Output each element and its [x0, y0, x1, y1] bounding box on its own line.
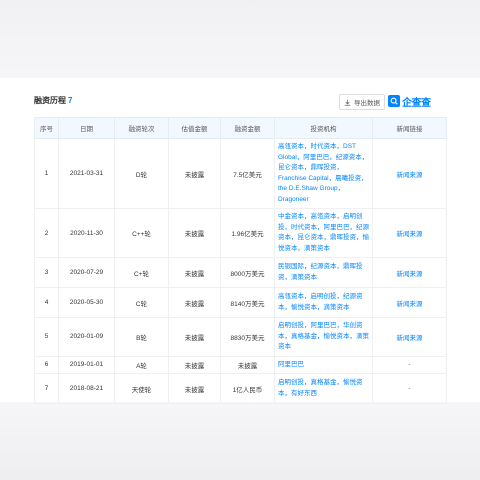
row-valuation: 未披露 — [168, 257, 221, 288]
row-date: 2020-11-30 — [58, 208, 115, 258]
row-amount: 7.5亿美元 — [220, 138, 275, 209]
row-index: 1 — [34, 138, 59, 209]
table-row: 3 2020-07-29 C+轮 未披露 8000万美元 民银国际，纪源资本，鼎… — [34, 257, 447, 288]
row-valuation: 未披露 — [168, 317, 221, 357]
brand-name: 企查查 — [402, 97, 431, 109]
row-date: 2019-01-01 — [58, 355, 115, 374]
row-investors[interactable]: 中金资本，高瓴资本，启明创投，时代资本，阿里巴巴，纪源资本，昆仑资本，鼎晖投资，… — [274, 208, 373, 258]
column-header-round: 融资轮次 — [114, 117, 169, 139]
row-investors[interactable]: 高瓴资本，启明创投，纪源资本，愉悦资本，滴策资本 — [274, 287, 373, 318]
row-index: 3 — [34, 257, 59, 288]
row-amount: 未披露 — [220, 355, 275, 374]
blurred-background-top — [0, 0, 480, 78]
row-investors[interactable]: 高瓴资本，时代资本，DST Global，阿里巴巴，纪源资本，昆仑资本，鼎晖投资… — [274, 138, 373, 209]
row-news-link: - — [372, 355, 447, 374]
row-valuation: 未披露 — [168, 373, 221, 404]
row-amount: 8830万美元 — [220, 317, 275, 357]
table-row: 2 2020-11-30 C++轮 未披露 1.96亿美元 中金资本，高瓴资本，… — [34, 208, 447, 258]
row-investors[interactable]: 启明创投，阿里巴巴，华创资本，真格基金，愉悦资本，滴策资本 — [274, 317, 373, 357]
row-news-link[interactable]: 新闻来源 — [372, 257, 447, 288]
export-data-label: 导出数据 — [354, 100, 380, 107]
record-count: 7 — [68, 96, 73, 105]
row-index: 4 — [34, 287, 59, 318]
row-date: 2020-01-09 — [58, 317, 115, 357]
financing-history-card: 融资历程 7 导出数据 企查查 序号 日期 融资轮次 估值金额 融资金额 投资机… — [20, 84, 460, 404]
brand-watermark: 企查查 — [388, 93, 431, 109]
table-header-row: 序号 日期 融资轮次 估值金额 融资金额 投资机构 新闻链接 — [34, 117, 447, 139]
row-amount: 1.96亿美元 — [220, 208, 275, 258]
row-valuation: 未披露 — [168, 355, 221, 374]
row-news-link[interactable]: 新闻来源 — [372, 317, 447, 357]
row-index: 6 — [34, 355, 59, 374]
row-news-link[interactable]: 新闻来源 — [372, 287, 447, 318]
section-title-text: 融资历程 — [34, 96, 66, 105]
row-date: 2020-07-29 — [58, 257, 115, 288]
table-row: 5 2020-01-09 B轮 未披露 8830万美元 启明创投，阿里巴巴，华创… — [34, 317, 447, 357]
row-round: 天使轮 — [114, 373, 169, 404]
row-amount: 1亿人民币 — [220, 373, 275, 404]
download-icon — [344, 99, 351, 106]
row-date: 2020-05-30 — [58, 287, 115, 318]
table-row: 4 2020-05-30 C轮 未披露 8140万美元 高瓴资本，启明创投，纪源… — [34, 287, 447, 318]
row-index: 2 — [34, 208, 59, 258]
column-header-amount: 融资金额 — [220, 117, 275, 139]
column-header-index: 序号 — [34, 117, 59, 139]
row-index: 5 — [34, 317, 59, 357]
row-index: 7 — [34, 373, 59, 404]
column-header-valuation: 估值金额 — [168, 117, 221, 139]
row-amount: 8000万美元 — [220, 257, 275, 288]
row-round: C轮 — [114, 287, 169, 318]
row-news-link: - — [372, 373, 447, 404]
row-date: 2021-03-31 — [58, 138, 115, 209]
table-row: 1 2021-03-31 D轮 未披露 7.5亿美元 高瓴资本，时代资本，DST… — [34, 138, 447, 209]
blurred-background-bottom — [0, 402, 480, 480]
row-investors[interactable]: 启明创投，真格基金，愉悦资本，有好东西 — [274, 373, 373, 404]
table-row: 7 2018-08-21 天使轮 未披露 1亿人民币 启明创投，真格基金，愉悦资… — [34, 373, 447, 404]
export-data-button[interactable]: 导出数据 — [339, 94, 385, 110]
row-round: C+轮 — [114, 257, 169, 288]
row-amount: 8140万美元 — [220, 287, 275, 318]
row-round: A轮 — [114, 355, 169, 374]
row-round: C++轮 — [114, 208, 169, 258]
column-header-news: 新闻链接 — [372, 117, 447, 139]
row-investors[interactable]: 民银国际，纪源资本，鼎晖投资，滴策资本 — [274, 257, 373, 288]
financing-table: 序号 日期 融资轮次 估值金额 融资金额 投资机构 新闻链接 1 2021-03… — [34, 117, 447, 404]
row-date: 2018-08-21 — [58, 373, 115, 404]
section-header: 融资历程 7 导出数据 企查查 — [34, 84, 446, 114]
column-header-investors: 投资机构 — [274, 117, 373, 139]
row-news-link[interactable]: 新闻来源 — [372, 208, 447, 258]
row-investors[interactable]: 阿里巴巴 — [274, 355, 373, 374]
row-valuation: 未披露 — [168, 287, 221, 318]
column-header-date: 日期 — [58, 117, 115, 139]
row-news-link[interactable]: 新闻来源 — [372, 138, 447, 209]
row-valuation: 未披露 — [168, 138, 221, 209]
table-row: 6 2019-01-01 A轮 未披露 未披露 阿里巴巴 - — [34, 355, 447, 374]
brand-logo-icon — [388, 95, 400, 107]
section-title: 融资历程 7 — [34, 95, 72, 106]
row-valuation: 未披露 — [168, 208, 221, 258]
row-round: B轮 — [114, 317, 169, 357]
row-round: D轮 — [114, 138, 169, 209]
